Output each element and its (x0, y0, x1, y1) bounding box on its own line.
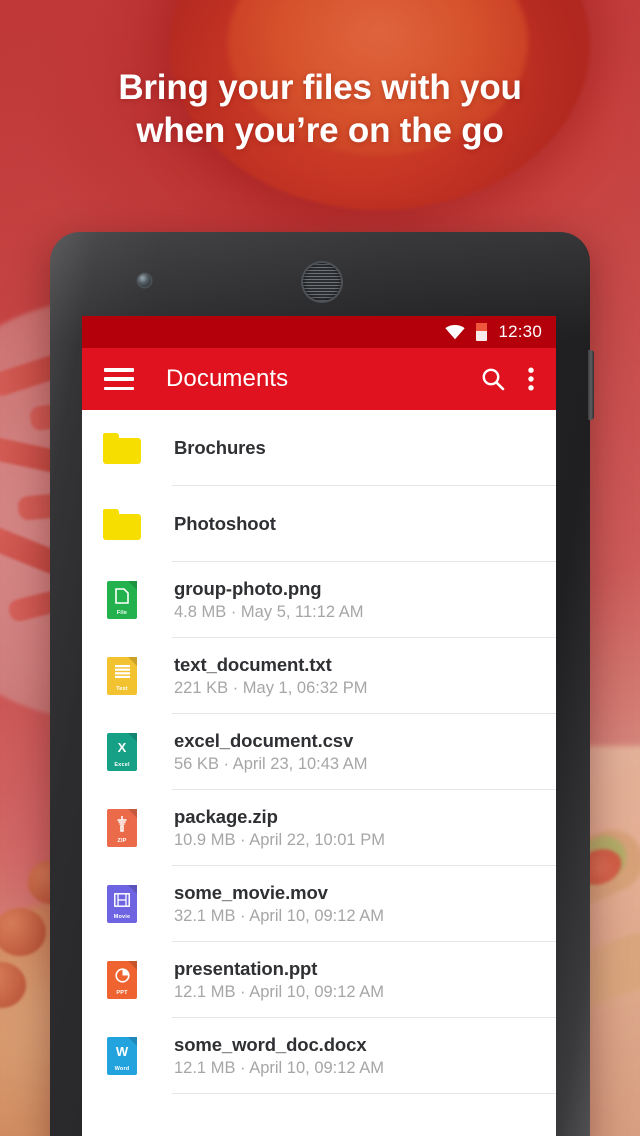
promo-headline: Bring your files with you when you’re on… (0, 66, 640, 152)
app-bar-actions (480, 366, 534, 392)
file-row[interactable]: X Excel excel_document.csv 56 KB · April 23… (82, 714, 556, 790)
row-text: package.zip 10.9 MB · April 22, 10:01 PM (174, 806, 385, 850)
row-icon-wrap: W Word (100, 1037, 144, 1075)
row-icon-wrap: PPT (100, 961, 144, 999)
row-text: presentation.ppt 12.1 MB · April 10, 09:1… (174, 958, 384, 1002)
phone-screen: 12:30 Documents Brochures Photoshoot Fil… (82, 316, 556, 1136)
row-text: some_word_doc.docx 12.1 MB · April 10, 09… (174, 1034, 384, 1078)
row-icon-wrap: Text (100, 657, 144, 695)
row-icon-wrap: X Excel (100, 733, 144, 771)
row-subtitle: 12.1 MB · April 10, 09:12 AM (174, 1059, 385, 1077)
status-bar-clock: 12:30 (498, 322, 542, 341)
search-icon[interactable] (480, 366, 506, 392)
row-icon-wrap (100, 508, 144, 540)
row-subtitle: 10.9 MB · April 22, 10:01 PM (174, 831, 385, 849)
row-text: text_document.txt 221 KB · May 1, 06:32 P… (174, 654, 368, 698)
row-title: excel_document.csv (174, 730, 354, 751)
row-icon-wrap: ZIP (100, 809, 144, 847)
row-title: presentation.ppt (174, 958, 318, 979)
front-camera-icon (138, 274, 151, 287)
status-bar: 12:30 (82, 316, 556, 348)
overflow-menu-icon[interactable] (528, 367, 534, 391)
file-row[interactable]: ZIP package.zip 10.9 MB · April 22, 10:01 … (82, 790, 556, 866)
file-row[interactable]: PPT presentation.ppt 12.1 MB · April 10, 0… (82, 942, 556, 1018)
hamburger-menu-icon[interactable] (104, 368, 134, 390)
power-button[interactable] (588, 350, 594, 420)
folder-icon (103, 432, 141, 464)
row-subtitle: 32.1 MB · April 10, 09:12 AM (174, 907, 385, 925)
file-ppt-icon: PPT (107, 961, 137, 999)
row-subtitle: 221 KB · May 1, 06:32 PM (174, 679, 368, 697)
file-row[interactable]: Movie some_movie.mov 32.1 MB · April 10, 0… (82, 866, 556, 942)
page-title: Documents (166, 365, 289, 392)
phone-mockup: 12:30 Documents Brochures Photoshoot Fil… (50, 232, 594, 1136)
row-text: excel_document.csv 56 KB · April 23, 10:4… (174, 730, 368, 774)
folder-row[interactable]: Photoshoot (82, 486, 556, 562)
row-title: some_movie.mov (174, 882, 328, 903)
file-zip-icon: ZIP (107, 809, 137, 847)
folder-row[interactable]: Brochures (82, 410, 556, 486)
row-divider (172, 1093, 556, 1094)
file-row[interactable]: W Word some_word_doc.docx 12.1 MB · April 1… (82, 1018, 556, 1094)
file-excel-icon: X Excel (107, 733, 137, 771)
row-title: group-photo.png (174, 578, 322, 599)
promo-headline-line1: Bring your files with you (118, 68, 522, 107)
file-word-icon: W Word (107, 1037, 137, 1075)
file-row[interactable]: File group-photo.png 4.8 MB · May 5, 11:12… (82, 562, 556, 638)
row-icon-wrap: Movie (100, 885, 144, 923)
promo-headline-line2: when you’re on the go (136, 111, 504, 150)
row-text: group-photo.png 4.8 MB · May 5, 11:12 AM (174, 578, 364, 622)
file-movie-icon: Movie (107, 885, 137, 923)
file-row[interactable]: Text text_document.txt 221 KB · May 1, 06:… (82, 638, 556, 714)
wifi-icon (445, 324, 466, 340)
app-bar: Documents (82, 348, 556, 410)
file-text-icon: Text (107, 657, 137, 695)
row-title: some_word_doc.docx (174, 1034, 367, 1055)
row-subtitle: 56 KB · April 23, 10:43 AM (174, 755, 368, 773)
file-list: Brochures Photoshoot File group-photo.png 4.… (82, 410, 556, 1094)
row-title: text_document.txt (174, 654, 332, 675)
file-image-icon: File (107, 581, 137, 619)
row-title: Brochures (174, 437, 266, 458)
row-title: Photoshoot (174, 513, 276, 534)
row-text: Brochures (174, 437, 266, 459)
row-icon-wrap (100, 432, 144, 464)
earpiece-speaker-icon (303, 263, 341, 301)
folder-icon (103, 508, 141, 540)
battery-icon (476, 323, 488, 341)
row-subtitle: 12.1 MB · April 10, 09:12 AM (174, 983, 385, 1001)
row-subtitle: 4.8 MB · May 5, 11:12 AM (174, 603, 364, 621)
row-icon-wrap: File (100, 581, 144, 619)
row-text: Photoshoot (174, 513, 276, 535)
row-text: some_movie.mov 32.1 MB · April 10, 09:12 … (174, 882, 384, 926)
row-title: package.zip (174, 806, 278, 827)
